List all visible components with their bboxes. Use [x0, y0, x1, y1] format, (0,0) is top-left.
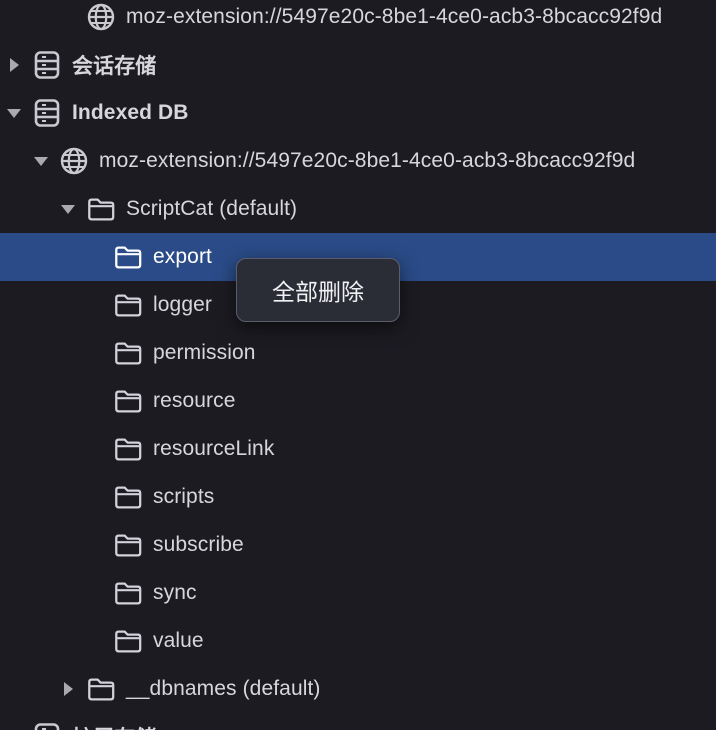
storage-tree: moz-extension://5497e20c-8be1-4ce0-acb3-… — [0, 0, 716, 730]
tree-row-scriptcat-db[interactable]: ScriptCat (default) — [0, 185, 716, 233]
tree-item-label: value — [153, 629, 204, 652]
folder-icon — [113, 482, 143, 512]
tree-row-indexed-db[interactable]: Indexed DB — [0, 89, 716, 137]
folder-icon — [113, 242, 143, 272]
expanded-chevron-icon[interactable] — [60, 201, 76, 217]
tree-row-store-sync[interactable]: sync — [0, 569, 716, 617]
tree-item-label: subscribe — [153, 533, 244, 556]
collapsed-chevron-icon[interactable] — [6, 57, 22, 73]
tree-row-ext-origin-top[interactable]: moz-extension://5497e20c-8be1-4ce0-acb3-… — [0, 0, 716, 41]
expanded-chevron-icon[interactable] — [6, 105, 22, 121]
tree-item-label: resourceLink — [153, 437, 275, 460]
folder-icon — [113, 386, 143, 416]
expanded-chevron-icon[interactable] — [33, 153, 49, 169]
folder-icon — [86, 674, 116, 704]
tree-item-label: moz-extension://5497e20c-8be1-4ce0-acb3-… — [99, 149, 636, 172]
tree-row-store-scripts[interactable]: scripts — [0, 473, 716, 521]
tree-item-label: export — [153, 245, 212, 268]
tree-item-label: permission — [153, 341, 256, 364]
tree-row-dbnames-db[interactable]: __dbnames (default) — [0, 665, 716, 713]
tree-row-store-value[interactable]: value — [0, 617, 716, 665]
globe-icon — [59, 146, 89, 176]
tree-item-label: __dbnames (default) — [126, 677, 321, 700]
collapsed-chevron-icon[interactable] — [60, 681, 76, 697]
tree-item-label: ScriptCat (default) — [126, 197, 298, 220]
globe-icon — [86, 2, 116, 32]
tree-row-ext-origin[interactable]: moz-extension://5497e20c-8be1-4ce0-acb3-… — [0, 137, 716, 185]
tree-row-store-resourcelink[interactable]: resourceLink — [0, 425, 716, 473]
folder-icon — [113, 338, 143, 368]
storage-icon — [32, 722, 62, 730]
tree-row-session-storage[interactable]: 会话存储 — [0, 41, 716, 89]
tree-row-store-resource[interactable]: resource — [0, 377, 716, 425]
tree-item-label: moz-extension://5497e20c-8be1-4ce0-acb3-… — [126, 5, 663, 28]
tree-item-label: scripts — [153, 485, 215, 508]
tree-item-label: 扩展存储 — [72, 722, 156, 730]
tree-row-store-permission[interactable]: permission — [0, 329, 716, 377]
tree-item-label: sync — [153, 581, 197, 604]
tree-item-label: logger — [153, 293, 212, 316]
storage-icon — [32, 50, 62, 80]
folder-icon — [113, 626, 143, 656]
delete-all-menu-item[interactable]: 全部删除 — [254, 265, 382, 315]
tree-item-label: 会话存储 — [72, 55, 157, 78]
tree-item-label: Indexed DB — [72, 101, 189, 124]
folder-icon — [113, 434, 143, 464]
storage-icon — [32, 98, 62, 128]
folder-icon — [113, 530, 143, 560]
tree-row-store-subscribe[interactable]: subscribe — [0, 521, 716, 569]
folder-icon — [86, 194, 116, 224]
folder-icon — [113, 290, 143, 320]
folder-icon — [113, 578, 143, 608]
tree-row-local-storage[interactable]: 扩展存储 — [0, 713, 716, 730]
context-menu: 全部删除 — [236, 258, 400, 322]
tree-item-label: resource — [153, 389, 236, 412]
